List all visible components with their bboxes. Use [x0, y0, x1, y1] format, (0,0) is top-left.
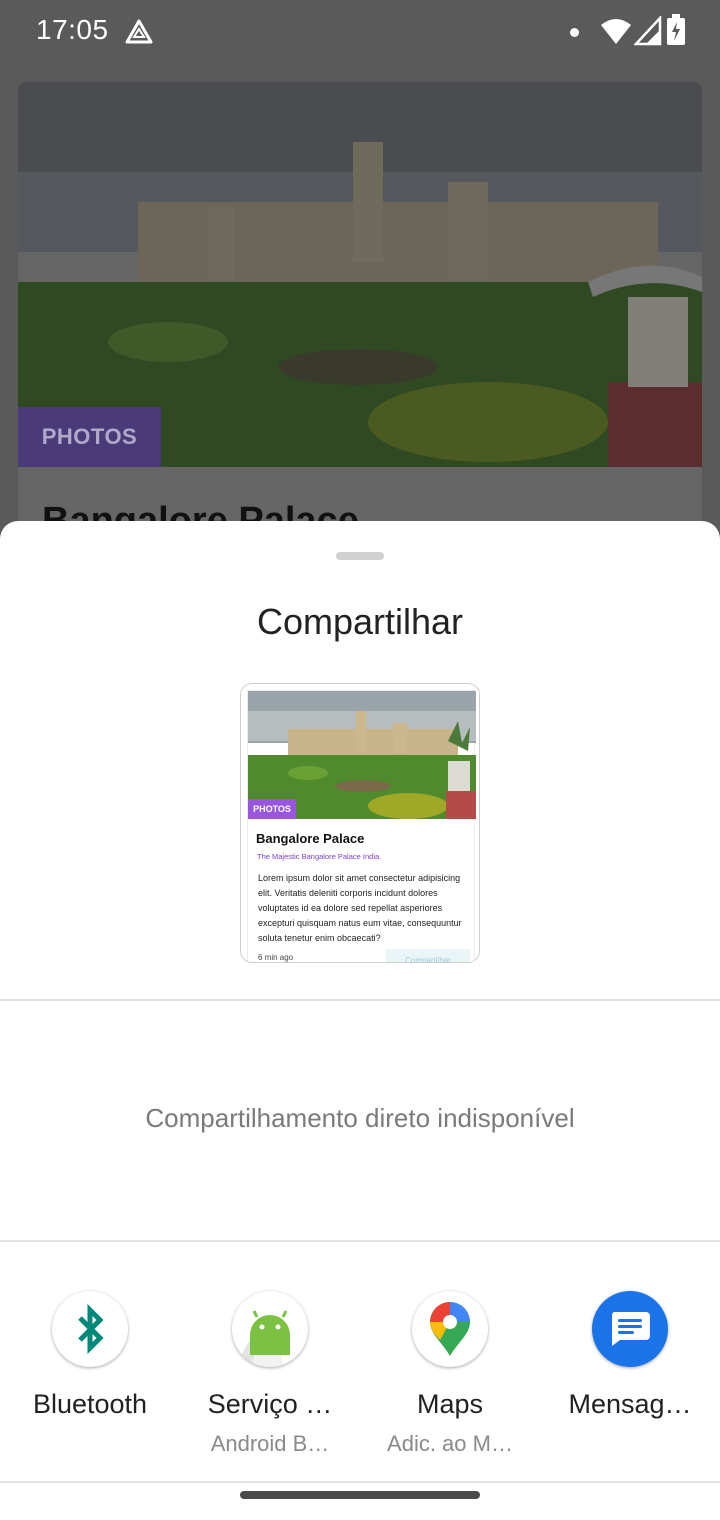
share-target-messages[interactable]: Mensag…	[540, 1291, 720, 1471]
share-target-label: Serviço …	[207, 1389, 333, 1419]
preview-timestamp: 6 min ago	[258, 953, 294, 962]
bluetooth-icon	[52, 1291, 128, 1367]
share-target-label: Bluetooth	[32, 1389, 148, 1419]
maps-icon	[412, 1291, 488, 1367]
preview-card: PHOTOS Bangalore Palace The Majestic Ban…	[247, 690, 476, 962]
preview-body-text: Lorem ipsum dolor sit amet consectetur a…	[258, 873, 462, 943]
sheet-drag-handle[interactable]	[336, 552, 384, 560]
divider	[0, 999, 720, 1001]
share-targets: Bluetooth Serviço … Android B… Maps Adic…	[0, 1291, 720, 1471]
notification-dot	[570, 28, 579, 37]
share-sheet: Compartilhar PHOTOS Bangalore Palace The…	[0, 521, 720, 1520]
preview-title: Bangalore Palace	[256, 831, 365, 846]
signal-icon	[633, 14, 662, 51]
background-category-tag: PHOTOS	[18, 407, 161, 467]
android-icon	[232, 1291, 308, 1367]
preview-category-tag: PHOTOS	[248, 799, 296, 819]
preview-photo: PHOTOS	[248, 691, 476, 819]
messages-icon	[592, 1291, 668, 1367]
share-target-android-service[interactable]: Serviço … Android B…	[180, 1291, 360, 1471]
battery-charging-icon	[666, 14, 686, 51]
share-preview: PHOTOS Bangalore Palace The Majestic Ban…	[240, 683, 480, 963]
wifi-icon	[600, 16, 632, 51]
drive-icon	[124, 18, 154, 51]
direct-share-unavailable-message: Compartilhamento direto indisponível	[145, 1103, 575, 1133]
share-target-sublabel: Android B…	[210, 1431, 330, 1456]
gesture-navigation-bar[interactable]	[240, 1491, 480, 1499]
status-bar: 17:05	[0, 0, 720, 64]
share-target-sublabel: Adic. ao M…	[387, 1431, 513, 1456]
share-target-bluetooth[interactable]: Bluetooth	[0, 1291, 180, 1471]
share-target-label: Mensag…	[568, 1389, 692, 1419]
divider	[0, 1240, 720, 1242]
sheet-title: Compartilhar	[256, 601, 464, 642]
preview-share-button: Compartilhar	[386, 949, 470, 962]
status-time: 17:05	[36, 14, 109, 45]
background-photo: PHOTOS	[18, 82, 702, 467]
divider	[0, 1481, 720, 1483]
preview-subtitle: The Majestic Bangalore Palace India.	[257, 852, 382, 861]
share-target-label: Maps	[416, 1389, 484, 1419]
share-target-maps[interactable]: Maps Adic. ao M…	[360, 1291, 540, 1471]
